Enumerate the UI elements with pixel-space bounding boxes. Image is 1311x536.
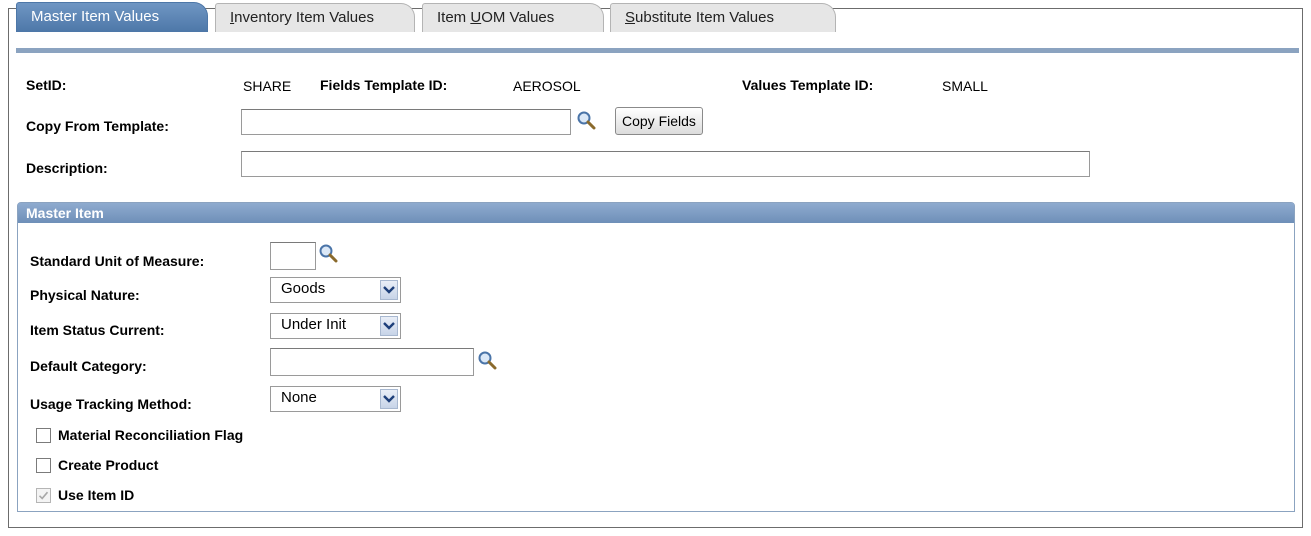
tab-label-pre: Item [437,9,471,26]
tab-item-uom-values[interactable]: Item UOM Values [422,3,604,32]
create-product-checkbox[interactable] [36,458,51,473]
default-category-label: Default Category: [30,358,147,374]
lookup-icon[interactable] [477,350,497,370]
description-label: Description: [26,160,108,176]
tab-label-post: nventory Item Values [234,9,374,26]
select-value: Under Init [281,316,347,333]
fields-template-label: Fields Template ID: [320,77,448,93]
tab-label-accesskey: U [470,9,482,26]
material-reconciliation-label: Material Reconciliation Flag [58,427,244,443]
lookup-icon[interactable] [576,110,596,130]
description-input[interactable] [241,151,1090,177]
setid-value: SHARE [243,78,292,94]
check-icon [38,491,49,500]
chevron-down-icon[interactable] [380,389,398,409]
chevron-down-icon[interactable] [380,316,398,336]
values-template-value: SMALL [942,78,988,94]
tab-label-accesskey: S [625,9,636,26]
item-status-select[interactable]: Under Init [270,313,401,339]
copy-from-template-label: Copy From Template: [26,118,169,134]
material-reconciliation-checkbox[interactable] [36,428,51,443]
physical-nature-select[interactable]: Goods [270,277,401,303]
standard-uom-label: Standard Unit of Measure: [30,253,205,269]
copy-from-template-input[interactable] [241,109,571,135]
setid-label: SetID: [26,77,67,93]
default-category-input[interactable] [270,348,474,376]
standard-uom-input[interactable] [270,242,316,270]
item-status-label: Item Status Current: [30,322,165,338]
usage-tracking-select[interactable]: None [270,386,401,412]
values-template-label: Values Template ID: [742,77,874,93]
chevron-down-icon[interactable] [380,280,398,300]
create-product-label: Create Product [58,457,159,473]
select-value: Goods [281,280,326,297]
physical-nature-label: Physical Nature: [30,287,140,303]
use-item-id-label: Use Item ID [58,487,135,503]
group-title: Master Item [18,203,1294,223]
tab-label-post: ubstitute Item Values [635,9,774,26]
tab-label: Master Item Values [31,8,160,25]
fields-template-value: AEROSOL [513,78,581,94]
copy-fields-button[interactable]: Copy Fields [615,107,703,135]
master-item-group: Master Item [17,202,1295,512]
use-item-id-checkbox[interactable] [36,488,51,503]
tab-master-item-values[interactable]: Master Item Values [16,2,208,32]
usage-tracking-label: Usage Tracking Method: [30,396,192,412]
tab-substitute-item-values[interactable]: Substitute Item Values [610,3,836,32]
tab-inventory-item-values[interactable]: Inventory Item Values [215,3,415,32]
select-value: None [281,389,317,406]
lookup-icon[interactable] [318,243,338,263]
tab-label-post: OM Values [481,9,555,26]
tab-underline [16,48,1299,53]
